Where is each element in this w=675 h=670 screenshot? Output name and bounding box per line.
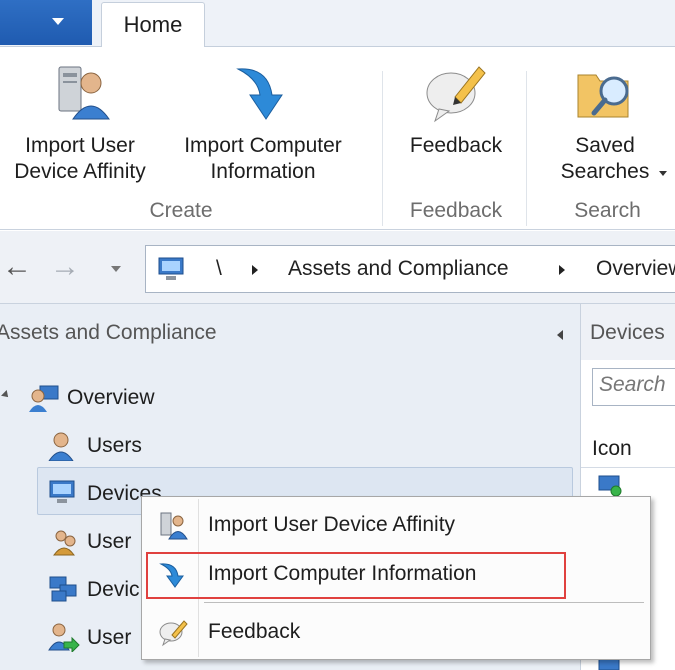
list-title: Devices xyxy=(590,321,665,344)
recent-locations-dropdown-icon[interactable] xyxy=(111,266,121,272)
import-computer-information-label: Import Computer Information xyxy=(184,134,342,183)
saved-searches-folder-icon xyxy=(577,74,629,118)
search-input[interactable]: Search xyxy=(592,368,675,406)
menu-separator xyxy=(204,602,644,603)
overview-icon xyxy=(29,385,59,412)
address-breadcrumb-bar[interactable]: \ Assets and Compliance Overview xyxy=(145,245,675,293)
tree-item-user-state-migration[interactable]: User xyxy=(87,626,131,650)
ribbon: Import User Device Affinity Import Compu… xyxy=(0,47,675,230)
menu-item-label: Feedback xyxy=(208,620,301,643)
breadcrumb-chevron-icon[interactable] xyxy=(252,265,258,275)
group-label-create: Create xyxy=(149,199,213,222)
console-root-icon xyxy=(158,257,184,280)
tab-home[interactable]: Home xyxy=(101,2,205,48)
breadcrumb-assets-and-compliance[interactable]: Assets and Compliance xyxy=(288,257,509,281)
breadcrumb-root[interactable]: \ xyxy=(216,257,222,281)
tree-expand-icon[interactable] xyxy=(1,390,11,400)
pane-title: Assets and Compliance xyxy=(0,321,217,344)
collapse-pane-icon[interactable] xyxy=(557,330,563,340)
device-collections-icon xyxy=(49,576,77,602)
back-arrow-icon[interactable]: ← xyxy=(2,249,32,285)
column-header-icon[interactable]: Icon xyxy=(581,430,675,468)
tree-item-overview[interactable]: Overview xyxy=(67,386,155,410)
feedback-label: Feedback xyxy=(409,134,503,157)
dropdown-arrow-icon xyxy=(659,171,667,176)
devices-icon xyxy=(49,480,75,503)
forward-arrow-icon[interactable]: → xyxy=(50,249,80,285)
dropdown-arrow-icon xyxy=(52,18,64,25)
breadcrumb-overview[interactable]: Overview xyxy=(596,257,675,281)
list-header: Devices xyxy=(581,304,675,360)
menu-item-label: Import User Device Affinity xyxy=(208,513,456,536)
feedback-bubble-icon xyxy=(426,66,486,123)
address-bar-area: ← → \ Assets and Compliance Overview xyxy=(0,231,675,304)
user-state-migration-icon xyxy=(48,623,80,652)
import-user-device-affinity-label: Import User Device Affinity xyxy=(14,134,146,183)
breadcrumb-chevron-icon[interactable] xyxy=(559,265,565,275)
application-menu-button[interactable] xyxy=(0,0,92,45)
title-strip: Home xyxy=(0,0,675,48)
import-arrow-icon xyxy=(236,68,283,120)
device-row-icon xyxy=(598,475,622,497)
tree-item-user-collections[interactable]: User xyxy=(87,530,131,554)
feedback-button[interactable]: Feedback xyxy=(396,53,516,159)
group-label-search: Search xyxy=(574,199,641,222)
column-header-label: Icon xyxy=(592,437,632,460)
user-collections-icon xyxy=(53,530,76,556)
feedback-bubble-icon xyxy=(159,620,188,647)
menu-item-import-user-device-affinity[interactable]: Import User Device Affinity xyxy=(142,502,650,548)
highlight-annotation-box xyxy=(146,552,566,599)
import-computer-information-button[interactable]: Import Computer Information xyxy=(166,53,360,185)
group-label-feedback: Feedback xyxy=(409,199,503,222)
tree-item-users[interactable]: Users xyxy=(87,434,142,458)
menu-item-feedback[interactable]: Feedback xyxy=(142,609,650,655)
ribbon-separator xyxy=(382,71,383,226)
ribbon-separator xyxy=(526,71,527,226)
tree-item-device-collections[interactable]: Devic xyxy=(87,578,140,602)
import-user-device-affinity-button[interactable]: Import User Device Affinity xyxy=(0,53,160,185)
user-device-affinity-icon xyxy=(160,512,188,540)
saved-searches-button[interactable]: Saved Searches xyxy=(540,53,670,185)
user-device-affinity-icon xyxy=(58,66,110,120)
saved-searches-label: Saved Searches xyxy=(560,134,650,183)
users-icon xyxy=(48,432,74,461)
